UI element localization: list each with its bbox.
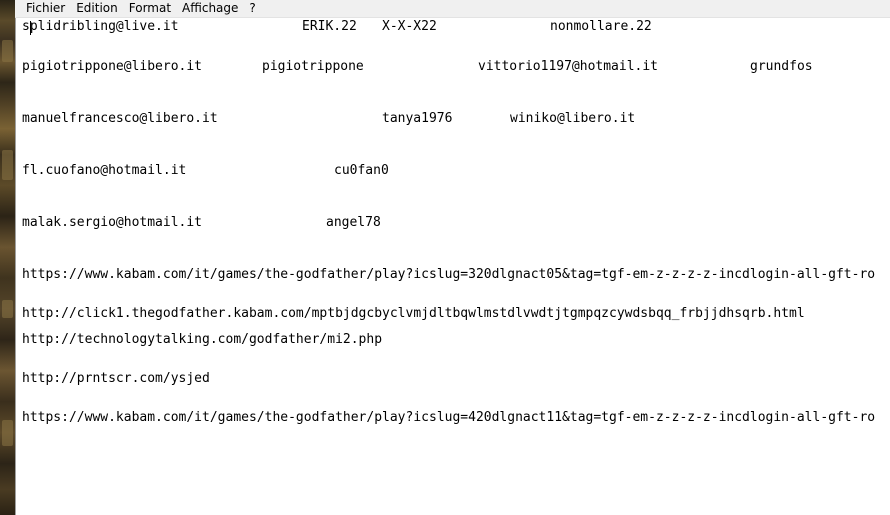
text-editor[interactable]: splidribling@live.it ERIK.22 X-X-X22 non… bbox=[15, 18, 890, 515]
document-text: splidribling@live.it ERIK.22 X-X-X22 non… bbox=[16, 18, 890, 515]
text-line: manuelfrancesco@libero.it tanya1976 wini… bbox=[22, 110, 635, 128]
text-cell: nonmollare.22 bbox=[550, 19, 652, 34]
screen: Fichier Edition Format Affichage ? splid… bbox=[0, 0, 890, 515]
text-cell: X-X-X22 bbox=[382, 19, 437, 34]
background-texture bbox=[2, 300, 13, 318]
text-line: http://prntscr.com/ysjed bbox=[22, 370, 210, 388]
text-cell: ERIK.22 bbox=[302, 19, 357, 34]
text-cell: fl.cuofano@hotmail.it bbox=[22, 163, 187, 178]
menu-format[interactable]: Format bbox=[124, 0, 176, 17]
text-cell: pigiotrippone bbox=[262, 59, 364, 74]
url-text: http://technologytalking.com/godfather/m… bbox=[22, 332, 383, 347]
text-cell: grundfos bbox=[750, 59, 813, 74]
text-cell: pigiotrippone@libero.it bbox=[22, 59, 203, 74]
text-cell: winiko@libero.it bbox=[510, 111, 636, 126]
text-line: fl.cuofano@hotmail.it cu0fan0 bbox=[22, 162, 389, 180]
background-game-window bbox=[0, 0, 15, 515]
menu-edition[interactable]: Edition bbox=[71, 0, 123, 17]
text-line: splidribling@live.it ERIK.22 X-X-X22 non… bbox=[22, 18, 652, 36]
text-line: https://www.kabam.com/it/games/the-godfa… bbox=[22, 266, 875, 284]
text-line: http://click1.thegodfather.kabam.com/mpt… bbox=[22, 305, 805, 323]
text-line: malak.sergio@hotmail.it angel78 bbox=[22, 214, 381, 232]
background-texture bbox=[2, 40, 13, 62]
text-caret bbox=[30, 21, 31, 35]
url-text: http://prntscr.com/ysjed bbox=[22, 371, 210, 386]
menu-bar: Fichier Edition Format Affichage ? bbox=[15, 0, 890, 18]
text-cell: vittorio1197@hotmail.it bbox=[478, 59, 659, 74]
url-text: https://www.kabam.com/it/games/the-godfa… bbox=[22, 267, 876, 282]
menu-help[interactable]: ? bbox=[244, 0, 260, 17]
url-text: https://www.kabam.com/it/games/the-godfa… bbox=[22, 410, 876, 425]
text-line: https://www.kabam.com/it/games/the-godfa… bbox=[22, 409, 875, 427]
background-texture bbox=[2, 420, 13, 446]
text-cell: malak.sergio@hotmail.it bbox=[22, 215, 203, 230]
url-text: http://click1.thegodfather.kabam.com/mpt… bbox=[22, 306, 805, 321]
text-cell: tanya1976 bbox=[382, 111, 453, 126]
background-texture bbox=[2, 150, 13, 180]
text-cell: manuelfrancesco@libero.it bbox=[22, 111, 218, 126]
menu-affichage[interactable]: Affichage bbox=[177, 0, 243, 17]
text-cell: cu0fan0 bbox=[334, 163, 389, 178]
text-cell: splidribling@live.it bbox=[22, 19, 179, 34]
text-cell: angel78 bbox=[326, 215, 381, 230]
menu-fichier[interactable]: Fichier bbox=[21, 0, 70, 17]
text-line: pigiotrippone@libero.it pigiotrippone vi… bbox=[22, 58, 813, 76]
text-line: http://technologytalking.com/godfather/m… bbox=[22, 331, 382, 349]
